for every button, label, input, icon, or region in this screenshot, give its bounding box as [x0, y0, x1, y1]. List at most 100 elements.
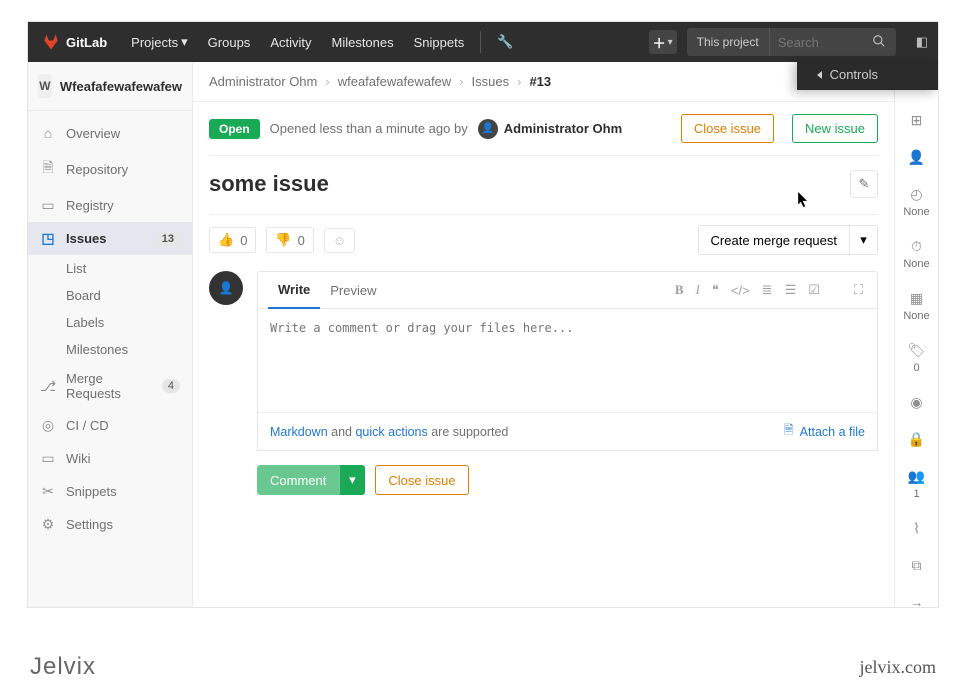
sidebar-item-merge-requests[interactable]: ⎇Merge Requests4	[28, 363, 192, 409]
sidebar-item-issues[interactable]: ◳Issues13	[28, 222, 192, 255]
create-merge-request-button[interactable]: Create merge request	[698, 225, 850, 255]
controls-overlay[interactable]: Controls	[797, 59, 938, 90]
issues-count-badge: 13	[156, 232, 180, 246]
pencil-icon: ✎	[859, 176, 870, 192]
nav-projects[interactable]: Projects▾	[121, 22, 198, 62]
edit-issue-button[interactable]: ✎	[850, 170, 878, 198]
comment-dropdown[interactable]: ▾	[339, 465, 365, 495]
crumb-0[interactable]: Administrator Ohm	[209, 74, 317, 89]
sidebar-sub-board[interactable]: Board	[28, 282, 192, 309]
attach-file-button[interactable]: 🗎Attach a file	[784, 421, 865, 442]
thumbs-up-icon: 👍	[218, 232, 234, 248]
sidebar-item-overview[interactable]: ⌂Overview	[28, 117, 192, 149]
snippets-icon: ✂	[40, 483, 56, 500]
close-issue-button-top[interactable]: Close issue	[681, 114, 774, 143]
aside-labels[interactable]: 🏷0	[895, 334, 938, 382]
search-scope[interactable]: This project	[687, 28, 770, 56]
eye-icon: ◉	[910, 394, 922, 411]
project-name: Wfeafafewafewafew	[60, 79, 182, 94]
brand-url: jelvix.com	[860, 657, 936, 678]
project-avatar: W	[38, 74, 52, 98]
chevron-down-icon: ▾	[349, 472, 356, 488]
sidebar-item-settings[interactable]: ⚙Settings	[28, 508, 192, 541]
aside-assignee[interactable]: 👤	[895, 141, 938, 174]
markdown-help-link[interactable]: Markdown	[270, 425, 328, 439]
ul-icon[interactable]: ≣	[762, 282, 773, 298]
add-reaction-button[interactable]: ☺	[324, 228, 355, 253]
aside-add[interactable]: ⊞	[895, 104, 938, 137]
italic-icon[interactable]: I	[696, 282, 700, 298]
chevron-down-icon: ▾	[181, 34, 188, 50]
aside-duedate[interactable]: ▦None	[895, 282, 938, 330]
main-content: Administrator Ohm› wfeafafewafewafew› Is…	[193, 62, 894, 607]
sidebar-item-wiki[interactable]: ▭Wiki	[28, 442, 192, 475]
comment-button[interactable]: Comment	[257, 465, 339, 495]
new-dropdown[interactable]: ＋▾	[649, 30, 677, 54]
crumb-1[interactable]: wfeafafewafewafew	[338, 74, 451, 89]
crumb-2[interactable]: Issues	[472, 74, 510, 89]
opened-text: Opened less than a minute ago by	[270, 121, 468, 136]
close-issue-button-bottom[interactable]: Close issue	[375, 465, 468, 495]
nav-snippets[interactable]: Snippets	[404, 22, 475, 62]
aside-milestone[interactable]: ◴None	[895, 178, 938, 226]
clock-icon: ◴	[910, 186, 922, 203]
comment-textarea[interactable]	[258, 309, 877, 409]
aside-reference[interactable]: ⧉	[895, 549, 938, 582]
issue-aside: « ⊞ 👤 ◴None ⏱None ▦None 🏷0 ◉ 🔒 👥1 ⌇ ⧉ →	[894, 62, 938, 607]
quick-actions-link[interactable]: quick actions	[355, 425, 427, 439]
chevron-down-icon: ▾	[860, 232, 867, 247]
reaction-row: 👍0 👎0 ☺ Create merge request ▾	[193, 215, 894, 271]
sidebar-item-cicd[interactable]: ◎CI / CD	[28, 409, 192, 442]
tab-preview[interactable]: Preview	[320, 273, 386, 308]
crumb-3: #13	[529, 74, 551, 89]
brand-logo: Jelvix	[30, 653, 96, 681]
tab-write[interactable]: Write	[268, 272, 320, 309]
create-merge-request-dropdown[interactable]: ▾	[850, 225, 878, 255]
search-input[interactable]	[770, 35, 862, 50]
author-chip[interactable]: 👤 Administrator Ohm	[478, 119, 622, 139]
footer-brand: Jelvix jelvix.com	[30, 653, 936, 681]
sidebar-item-snippets[interactable]: ✂Snippets	[28, 475, 192, 508]
nav-activity[interactable]: Activity	[260, 22, 321, 62]
aside-lock[interactable]: 🔒	[895, 423, 938, 456]
issue-title: some issue	[209, 171, 329, 197]
gitlab-logo[interactable]: GitLab	[28, 33, 121, 51]
paperclip-icon: 🗎	[784, 421, 794, 442]
search-icon[interactable]	[862, 34, 896, 51]
quote-icon[interactable]: ❝	[712, 282, 719, 298]
user-icon: 👤	[908, 149, 925, 166]
aside-notifications[interactable]: ⌇	[895, 512, 938, 545]
project-switch-icon[interactable]: ◧	[906, 34, 938, 50]
aside-move[interactable]: →	[895, 586, 938, 608]
sidebar-item-registry[interactable]: ▭Registry	[28, 189, 192, 222]
ci-icon: ◎	[40, 417, 56, 434]
top-navbar: GitLab Projects▾ Groups Activity Milesto…	[28, 22, 938, 62]
task-icon[interactable]: ☑	[808, 282, 820, 298]
ol-icon[interactable]: ☰	[785, 282, 797, 298]
gitlab-icon	[42, 33, 60, 51]
nav-milestones[interactable]: Milestones	[321, 22, 403, 62]
fullscreen-icon[interactable]: ⛶	[854, 282, 863, 298]
mr-count-badge: 4	[162, 379, 180, 393]
gear-icon: ⚙	[40, 516, 56, 533]
aside-timetracking[interactable]: ⏱None	[895, 230, 938, 278]
thumbs-up-button[interactable]: 👍0	[209, 227, 256, 253]
sidebar-sub-milestones[interactable]: Milestones	[28, 336, 192, 363]
bold-icon[interactable]: B	[675, 282, 684, 298]
nav-groups[interactable]: Groups	[198, 22, 261, 62]
sidebar-item-repository[interactable]: 🗎Repository	[28, 149, 192, 189]
rss-icon: ⌇	[913, 520, 920, 537]
aside-confidential[interactable]: ◉	[895, 386, 938, 419]
thumbs-down-button[interactable]: 👎0	[266, 227, 313, 253]
author-avatar: 👤	[478, 119, 498, 139]
calendar-icon: ▦	[910, 290, 923, 307]
code-icon[interactable]: </>	[731, 283, 750, 298]
repo-icon: 🗎	[40, 157, 56, 181]
sidebar-sub-labels[interactable]: Labels	[28, 309, 192, 336]
lock-icon: 🔒	[908, 431, 925, 448]
sidebar-project-header[interactable]: W Wfeafafewafewafew	[28, 62, 192, 111]
new-issue-button[interactable]: New issue	[792, 114, 878, 143]
admin-wrench[interactable]: 🔧	[487, 34, 523, 50]
aside-participants[interactable]: 👥1	[895, 460, 938, 508]
sidebar-sub-list[interactable]: List	[28, 255, 192, 282]
